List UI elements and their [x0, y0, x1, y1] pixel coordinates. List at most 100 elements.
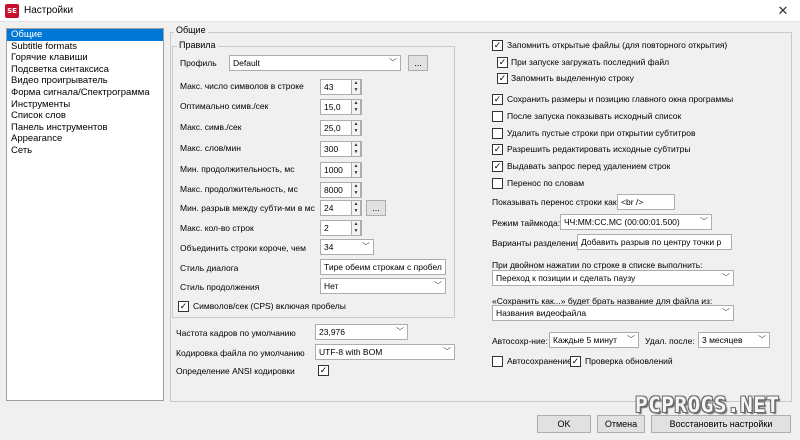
- window-title: Настройки: [24, 5, 74, 16]
- timecode-value: ЧЧ:ММ:СС.МС (00:00:01.500): [564, 217, 680, 227]
- dblclick-select[interactable]: Переход к позиции и сделать паузу ﹀: [492, 270, 734, 286]
- prompt-delete-lines-label: Выдавать запрос перед удалением строк: [507, 161, 671, 171]
- title-bar: SE Настройки ✕: [0, 0, 800, 22]
- check-updates-label: Проверка обновлений: [585, 356, 673, 366]
- min-duration-label: Мин. продолжительность, мс: [180, 164, 295, 174]
- load-last-file-checkbox[interactable]: ✓: [497, 57, 508, 68]
- chevron-down-icon: ﹀: [434, 281, 442, 290]
- delete-after-label: Удал. после:: [645, 336, 695, 346]
- spin-up-icon: ▲: [353, 80, 359, 86]
- settings-category-list[interactable]: Общие Subtitle formats Горячие клавиши П…: [6, 28, 164, 401]
- chevron-down-icon: ﹀: [722, 308, 730, 317]
- spin-down-icon: ▼: [353, 228, 359, 234]
- line-break-input[interactable]: <br />: [617, 194, 675, 210]
- cps-spaces-checkbox[interactable]: ✓: [178, 301, 189, 312]
- encoding-select[interactable]: UTF-8 with BOM ﹀: [315, 344, 455, 360]
- dialog-style-label: Стиль диалога: [180, 263, 239, 273]
- split-value: Добавить разрыв по центру точки р: [581, 237, 722, 247]
- nav-item-general[interactable]: Общие: [7, 29, 163, 41]
- chevron-down-icon: ﹀: [389, 58, 397, 67]
- profile-select[interactable]: Default ﹀: [229, 55, 401, 71]
- max-duration-spin[interactable]: ▲ ▼: [351, 182, 361, 198]
- delete-after-value: 3 месяцев: [702, 335, 743, 345]
- spin-up-icon: ▲: [353, 121, 359, 127]
- nav-item-tools[interactable]: Инструменты: [7, 99, 163, 111]
- dialog-style-value: Тире обеим строкам с пробел: [324, 262, 442, 272]
- ansi-detect-checkbox[interactable]: ✓: [318, 365, 329, 376]
- spin-up-icon: ▲: [353, 163, 359, 169]
- watermark: PCPROGS.NET: [635, 393, 780, 417]
- restore-defaults-button[interactable]: Восстановить настройки: [651, 415, 791, 433]
- nav-item-shortcuts[interactable]: Горячие клавиши: [7, 52, 163, 64]
- chevron-down-icon: ﹀: [722, 273, 730, 282]
- spin-down-icon: ▼: [353, 107, 359, 113]
- save-window-pos-checkbox[interactable]: ✓: [492, 94, 503, 105]
- spin-up-icon: ▲: [353, 183, 359, 189]
- spin-down-icon: ▼: [353, 149, 359, 155]
- autobackup-label: Автосохр-ние:: [492, 336, 548, 346]
- autosave-label: Автосохранение: [507, 356, 572, 366]
- delete-after-select[interactable]: 3 месяцев ﹀: [698, 332, 770, 348]
- max-wpm-label: Макс. слов/мин: [180, 143, 241, 153]
- cps-spaces-label: Символов/сек (CPS) включая пробелы: [193, 301, 346, 311]
- profile-edit-button[interactable]: ...: [408, 55, 428, 71]
- nav-item-syntax-coloring[interactable]: Подсветка синтаксиса: [7, 64, 163, 76]
- saveas-value: Названия видеофайла: [496, 308, 587, 318]
- remove-empty-lines-checkbox[interactable]: [492, 128, 503, 139]
- max-cps-label: Макс. симв./сек: [180, 122, 242, 132]
- profile-label: Профиль: [180, 58, 217, 68]
- min-gap-button[interactable]: ...: [366, 200, 386, 216]
- spin-down-icon: ▼: [353, 170, 359, 176]
- prompt-delete-lines-checkbox[interactable]: ✓: [492, 161, 503, 172]
- max-lines-spin[interactable]: ▲ ▼: [351, 220, 361, 236]
- nav-item-appearance[interactable]: Appearance: [7, 133, 163, 145]
- line-break-label: Показывать перенос строки как:: [492, 197, 619, 207]
- max-cps-spin[interactable]: ▲ ▼: [351, 120, 361, 136]
- merge-shorter-value: 34: [324, 242, 334, 252]
- min-duration-spin[interactable]: ▲ ▼: [351, 162, 361, 178]
- min-gap-spin[interactable]: ▲ ▼: [351, 200, 361, 216]
- nav-item-subtitle-formats[interactable]: Subtitle formats: [7, 41, 163, 53]
- autosave-checkbox[interactable]: [492, 356, 503, 367]
- cancel-button[interactable]: Отмена: [597, 415, 645, 433]
- dialog-style-select[interactable]: Тире обеим строкам с пробел: [320, 259, 446, 275]
- nav-item-video-player[interactable]: Видео проигрыватель: [7, 75, 163, 87]
- continuation-style-select[interactable]: Нет ﹀: [320, 278, 446, 294]
- max-chars-spin[interactable]: ▲ ▼: [351, 79, 361, 95]
- nav-item-toolbar[interactable]: Панель инструментов: [7, 122, 163, 134]
- autobackup-value: Каждые 5 минут: [553, 335, 618, 345]
- allow-edit-source-label: Разрешить редактировать исходные субтитр…: [507, 144, 691, 154]
- remove-empty-lines-label: Удалить пустые строки при открытии субти…: [507, 128, 696, 138]
- split-select[interactable]: Добавить разрыв по центру точки р: [577, 234, 732, 250]
- spin-up-icon: ▲: [353, 142, 359, 148]
- spin-down-icon: ▼: [353, 190, 359, 196]
- max-wpm-spin[interactable]: ▲ ▼: [351, 141, 361, 157]
- word-wrap-checkbox[interactable]: [492, 178, 503, 189]
- check-updates-checkbox[interactable]: ✓: [570, 356, 581, 367]
- remember-files-label: Запомнить открытые файлы (для повторного…: [507, 40, 728, 50]
- timecode-select[interactable]: ЧЧ:ММ:СС.МС (00:00:01.500) ﹀: [560, 214, 712, 230]
- saveas-select[interactable]: Названия видеофайла ﹀: [492, 305, 734, 321]
- close-button[interactable]: ✕: [766, 0, 800, 22]
- show-source-list-checkbox[interactable]: [492, 111, 503, 122]
- continuation-style-value: Нет: [324, 281, 339, 291]
- chevron-down-icon: ﹀: [443, 347, 451, 356]
- general-group-legend: Общие: [174, 25, 208, 35]
- nav-item-word-lists[interactable]: Список слов: [7, 110, 163, 122]
- spin-up-icon: ▲: [353, 100, 359, 106]
- ansi-detect-label: Определение ANSI кодировки: [176, 366, 295, 376]
- merge-shorter-select[interactable]: 34 ﹀: [320, 239, 374, 255]
- nav-item-network[interactable]: Сеть: [7, 145, 163, 157]
- framerate-label: Частота кадров по умолчанию: [176, 328, 296, 338]
- framerate-value: 23,976: [319, 327, 345, 337]
- ok-button[interactable]: OK: [537, 415, 591, 433]
- autobackup-select[interactable]: Каждые 5 минут ﹀: [549, 332, 639, 348]
- remember-selected-line-checkbox[interactable]: ✓: [497, 73, 508, 84]
- allow-edit-source-checkbox[interactable]: ✓: [492, 144, 503, 155]
- remember-files-checkbox[interactable]: ✓: [492, 40, 503, 51]
- nav-item-waveform[interactable]: Форма сигнала/Спектрограмма: [7, 87, 163, 99]
- framerate-select[interactable]: 23,976 ﹀: [315, 324, 408, 340]
- optimal-cps-spin[interactable]: ▲ ▼: [351, 99, 361, 115]
- load-last-file-label: При запуске загружать последний файл: [511, 57, 670, 67]
- optimal-cps-label: Оптимально симв./сек: [180, 101, 269, 111]
